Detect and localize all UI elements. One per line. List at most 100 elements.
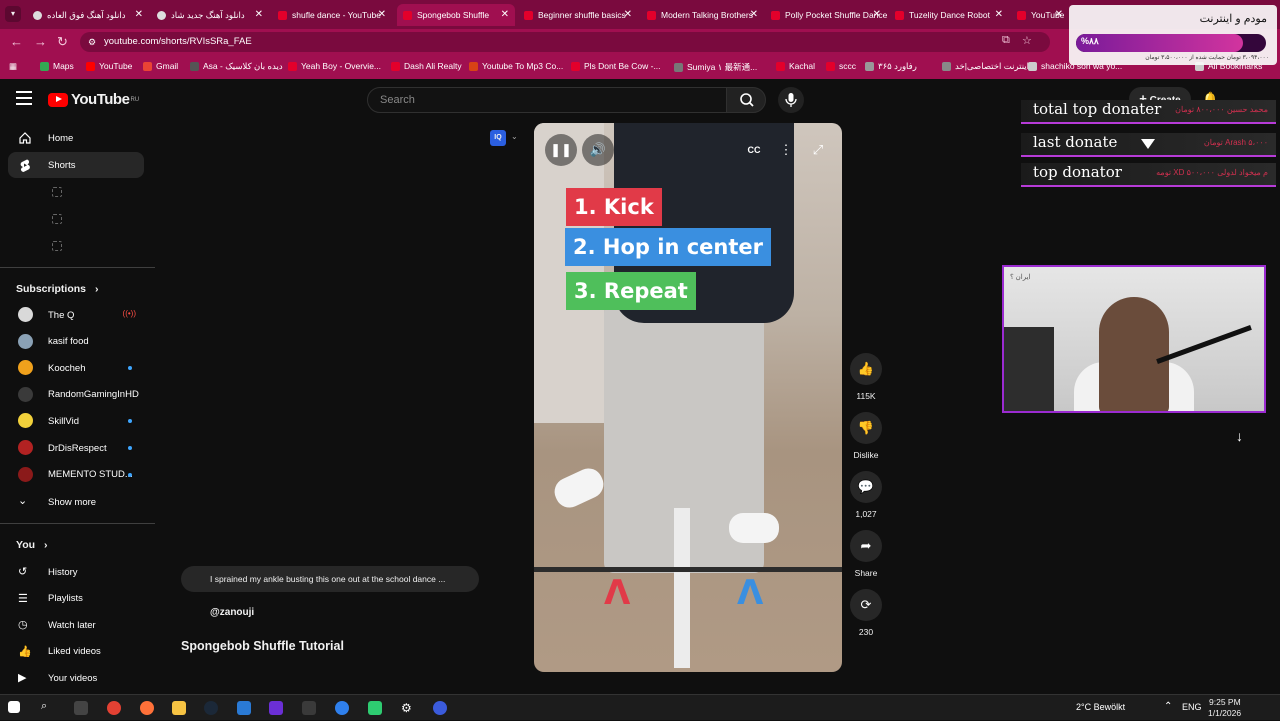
remix-button[interactable]: ⟳ — [850, 589, 882, 621]
subscription-item[interactable]: DrDisRespect — [8, 435, 144, 461]
browser-icon[interactable] — [335, 701, 349, 715]
browser-tab[interactable]: دانلود آهنگ جدید شاد ✕ — [151, 4, 269, 26]
pause-button[interactable]: ❚❚ — [545, 134, 577, 166]
menu-icon[interactable] — [16, 91, 32, 105]
video-title[interactable]: Spongebob Shuffle Tutorial — [181, 639, 344, 653]
you-item[interactable]: ☰ Playlists — [8, 586, 144, 612]
forward-icon[interactable]: → — [34, 34, 47, 49]
tab-close-icon[interactable]: ✕ — [873, 9, 881, 20]
you-item[interactable]: ◷ Watch later — [8, 612, 144, 638]
captions-button[interactable]: CC — [738, 134, 770, 166]
bookmark-star-icon[interactable]: ☆ — [1022, 34, 1032, 47]
settings-gear-icon[interactable]: ⚙ — [401, 701, 415, 715]
fullscreen-button[interactable]: ⤢ — [802, 134, 834, 166]
bookmark-item[interactable]: Dash Ali Realty — [391, 61, 462, 71]
bookmark-item[interactable]: رفاورد ۳۶۵ — [865, 61, 917, 72]
show-more-button[interactable]: ⌄ Show more — [8, 489, 144, 515]
browser-tab[interactable]: YouTube ✕ — [1011, 4, 1069, 26]
bookmark-item[interactable]: Sumiya ۱ 最新通... — [674, 61, 757, 73]
volume-button[interactable]: 🔊 — [582, 134, 614, 166]
shorts-video-player[interactable]: Λ Λ 1. Kick 2. Hop in center 3. Repeat ❚❚ … — [534, 123, 842, 672]
more-options-button[interactable]: ⋮ — [770, 134, 802, 166]
tab-close-icon[interactable]: ✕ — [624, 9, 632, 20]
chevron-up-icon[interactable]: ⌃ — [1164, 701, 1172, 712]
browser-tab[interactable]: Polly Pocket Shuffle Dance ✕ — [765, 4, 887, 26]
like-action[interactable]: 👍 115K — [848, 353, 884, 401]
share-button[interactable]: ➦ — [850, 530, 882, 562]
browser-tab[interactable]: shufle dance - YouTube ✕ — [272, 4, 392, 26]
subscription-item[interactable]: Koocheh — [8, 355, 144, 381]
you-item[interactable]: ↺ History — [8, 559, 144, 585]
sidebar-item-shorts[interactable]: Shorts — [8, 152, 144, 178]
voice-search-button[interactable] — [778, 87, 804, 113]
apps-grid-icon[interactable]: ▦ — [9, 61, 17, 72]
clock-date[interactable]: 1/1/2026 — [1208, 708, 1241, 718]
reload-icon[interactable]: ↻ — [57, 34, 68, 50]
bookmark-item[interactable]: Pls Dont Be Cow -... — [571, 61, 661, 71]
subscription-item[interactable]: RandomGamingInHD — [8, 382, 144, 408]
comments-action[interactable]: 💬 1,027 — [848, 471, 884, 519]
tool-icon[interactable] — [302, 701, 316, 715]
browser-tab[interactable]: Tuzelity Dance Robot ✕ — [889, 4, 1009, 26]
search-icon[interactable]: ⌕ — [41, 700, 55, 714]
chrome-icon[interactable] — [107, 701, 121, 715]
app-icon[interactable] — [237, 701, 251, 715]
you-heading[interactable]: You › — [16, 539, 47, 551]
channel-handle[interactable]: @zanouji — [210, 607, 254, 618]
like-button[interactable]: 👍 — [850, 353, 882, 385]
tab-close-icon[interactable]: ✕ — [255, 9, 263, 20]
weather-widget[interactable]: 2°C Bewölkt — [1076, 702, 1125, 712]
you-item[interactable]: ▶ Your videos — [8, 665, 144, 691]
chevron-down-icon[interactable]: ⌄ — [511, 132, 518, 141]
subscription-item[interactable]: SkillVid — [8, 408, 144, 434]
start-windows-icon[interactable] — [8, 701, 20, 713]
tab-close-icon[interactable]: ✕ — [995, 9, 1003, 20]
bookmark-item[interactable]: Asa - دیده بان کلاسیک — [190, 61, 283, 72]
subscriptions-heading[interactable]: Subscriptions › — [16, 283, 98, 295]
tab-close-icon[interactable]: ✕ — [501, 9, 509, 20]
bookmark-item[interactable]: YouTube — [86, 61, 132, 71]
tab-search-icon[interactable]: ▾ — [5, 6, 21, 22]
file-explorer-icon[interactable] — [172, 701, 186, 715]
install-app-icon[interactable]: ⧉ — [1002, 34, 1010, 47]
subscription-item[interactable]: The Q ((•)) — [8, 302, 144, 328]
tab-close-icon[interactable]: ✕ — [1055, 9, 1063, 20]
clock-time[interactable]: 9:25 PM — [1209, 697, 1241, 707]
bookmark-item[interactable]: Gmail — [143, 61, 178, 71]
language-indicator[interactable]: ENG — [1182, 702, 1202, 712]
back-icon[interactable]: ← — [10, 34, 23, 49]
app-icon[interactable] — [433, 701, 447, 715]
remix-action[interactable]: ⟳ 230 — [848, 589, 884, 637]
url-bar[interactable]: ⚙ youtube.com/shorts/RVIsSRa_FAE — [80, 32, 1050, 52]
browser-tab[interactable]: Beginner shuffle basics ✕ — [518, 4, 638, 26]
search-input[interactable]: Search — [367, 87, 727, 113]
browser-tab[interactable]: Modern Talking Brothers ✕ — [641, 4, 764, 26]
subscription-item[interactable]: kasif food — [8, 329, 144, 355]
tab-close-icon[interactable]: ✕ — [378, 9, 386, 20]
tab-close-icon[interactable]: ✕ — [750, 9, 758, 20]
steam-icon[interactable] — [204, 701, 218, 715]
task-view-icon[interactable] — [74, 701, 88, 715]
browser-tab[interactable]: دانلود آهنگ فوق العاده ✕ — [27, 4, 149, 26]
bookmark-item[interactable]: Yeah Boy - Overvie... — [288, 61, 381, 71]
site-info-icon[interactable]: ⚙ — [88, 32, 96, 52]
comment-preview[interactable]: I sprained my ankle busting this one out… — [181, 566, 479, 592]
video-editor-icon[interactable] — [269, 701, 283, 715]
messenger-icon[interactable] — [368, 701, 382, 715]
browser-tab[interactable]: Spongebob Shuffle ✕ — [397, 4, 515, 26]
bookmark-item[interactable]: اینترنت اختصاصی|خد... — [942, 61, 1036, 72]
iq-extension-icon[interactable]: IQ — [490, 130, 506, 146]
youtube-logo[interactable]: YouTube RU — [48, 91, 139, 108]
dislike-button[interactable]: 👎 — [850, 412, 882, 444]
bookmark-item[interactable]: Kachal — [776, 61, 815, 71]
comments-button[interactable]: 💬 — [850, 471, 882, 503]
tab-close-icon[interactable]: ✕ — [135, 9, 143, 20]
dislike-action[interactable]: 👎 Dislike — [848, 412, 884, 460]
you-item[interactable]: 👍 Liked videos — [8, 639, 144, 665]
firefox-icon[interactable] — [140, 701, 154, 715]
subscription-item[interactable]: MEMENTO STUD... — [8, 462, 144, 488]
sidebar-item-home[interactable]: Home — [8, 125, 144, 151]
bookmark-item[interactable]: sccc — [826, 61, 856, 71]
bookmark-item[interactable]: Youtube To Mp3 Co... — [469, 61, 563, 71]
arrow-down-icon[interactable]: ↓ — [1236, 428, 1243, 444]
